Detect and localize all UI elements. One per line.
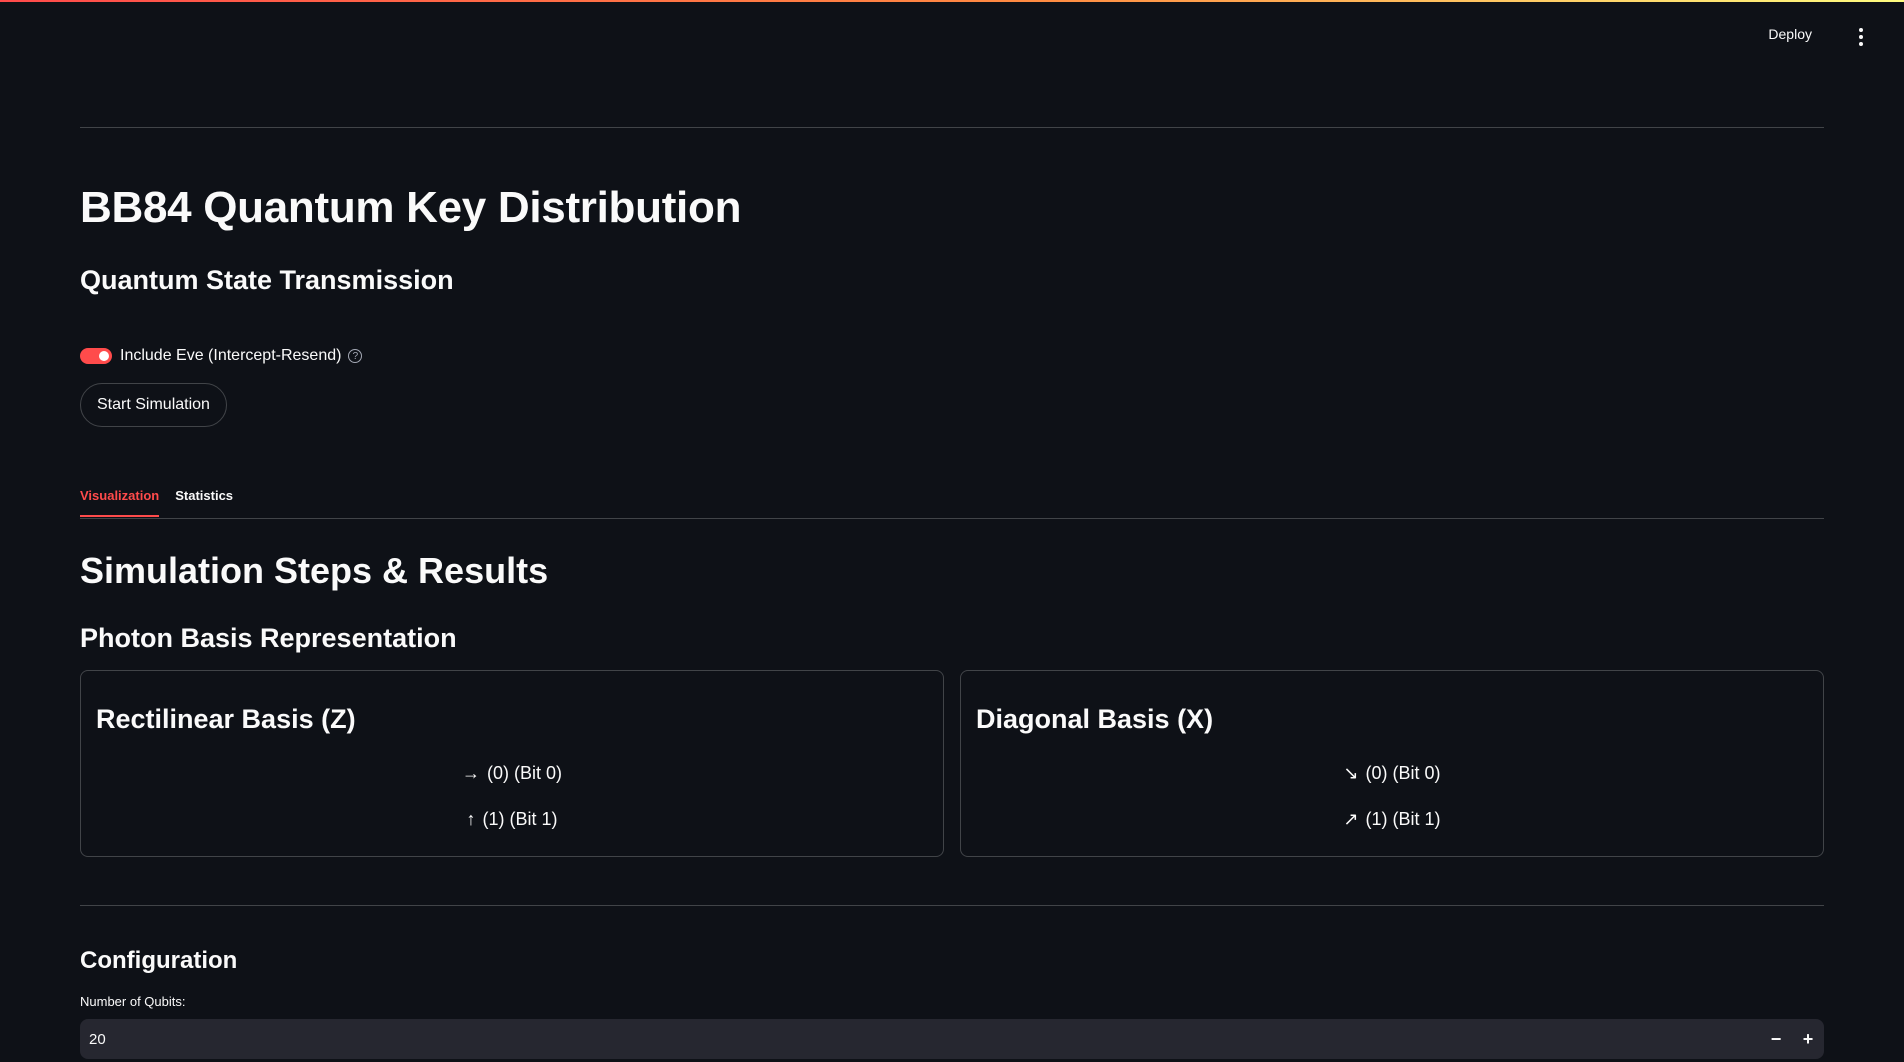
page-title: BB84 Quantum Key Distribution (80, 183, 742, 232)
rectilinear-basis-card: Rectilinear Basis (Z) → (0) (Bit 0) ↑ (1… (80, 670, 944, 857)
right-arrow-icon: → (461, 763, 480, 783)
qubits-label: Number of Qubits: (80, 994, 186, 1009)
tab-statistics[interactable]: Statistics (175, 484, 233, 517)
section-subtitle: Quantum State Transmission (80, 265, 454, 295)
decrement-button[interactable]: − (1760, 1019, 1792, 1059)
qubits-number-input: − + (80, 1019, 1824, 1059)
up-right-arrow-icon: ↗ (1343, 809, 1359, 829)
tab-visualization[interactable]: Visualization (80, 484, 160, 517)
configuration-heading: Configuration (80, 947, 238, 974)
eve-toggle-label: Include Eve (Intercept-Resend) (120, 347, 342, 364)
diagonal-basis-title: Diagonal Basis (X) (976, 704, 1214, 734)
rectilinear-bit0-state: → (0) (Bit 0) (81, 760, 943, 786)
diagonal-bit1-label: (1) (Bit 1) (1365, 809, 1441, 829)
rectilinear-bit1-label: (1) (Bit 1) (482, 809, 558, 829)
divider (80, 127, 1824, 128)
diagonal-basis-card: Diagonal Basis (X) ↘ (0) (Bit 0) ↗ (1) (… (960, 670, 1824, 857)
rectilinear-bit1-state: ↑ (1) (Bit 1) (81, 806, 943, 832)
question-circle-icon[interactable]: ? (348, 349, 363, 363)
results-heading: Simulation Steps & Results (80, 550, 549, 591)
tab-bar: Visualization Statistics (80, 484, 1824, 519)
down-right-arrow-icon: ↘ (1343, 763, 1359, 783)
eve-toggle[interactable] (80, 348, 112, 364)
main-content: BB84 Quantum Key Distribution Quantum St… (80, 0, 1824, 1062)
toggle-knob (99, 351, 109, 361)
diagonal-bit0-state: ↘ (0) (Bit 0) (961, 760, 1823, 786)
qubits-input[interactable] (80, 1029, 1760, 1049)
start-simulation-button[interactable]: Start Simulation (80, 383, 227, 427)
rectilinear-bit0-label: (0) (Bit 0) (487, 763, 563, 783)
diagonal-bit1-state: ↗ (1) (Bit 1) (961, 806, 1823, 832)
increment-button[interactable]: + (1792, 1019, 1824, 1059)
vertical-ellipsis-icon[interactable] (1854, 28, 1868, 46)
rectilinear-basis-title: Rectilinear Basis (Z) (96, 704, 356, 734)
eve-toggle-row: Include Eve (Intercept-Resend) ? (80, 344, 363, 368)
photon-basis-heading: Photon Basis Representation (80, 623, 457, 653)
divider (80, 905, 1824, 906)
up-arrow-icon: ↑ (466, 809, 476, 829)
diagonal-bit0-label: (0) (Bit 0) (1365, 763, 1441, 783)
